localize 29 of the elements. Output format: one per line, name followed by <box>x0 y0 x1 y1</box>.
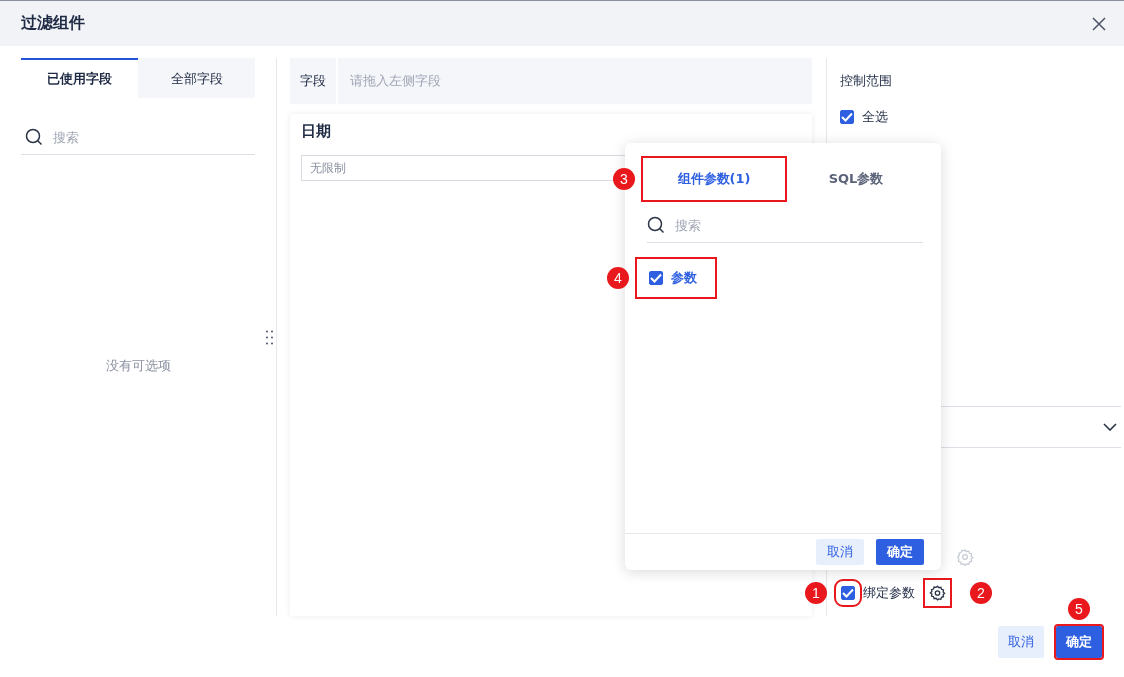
checkbox[interactable] <box>840 110 854 124</box>
search-field[interactable]: 搜索 <box>53 125 255 149</box>
search-icon <box>25 128 43 146</box>
popover-button[interactable]: 取消 <box>816 539 864 565</box>
checkbox-label: 全选 <box>862 108 888 126</box>
settings-icon[interactable] <box>923 578 952 608</box>
field-tab[interactable]: 全部字段 <box>138 58 255 98</box>
field-label: 字段 <box>290 58 338 104</box>
gear-icon <box>956 548 974 566</box>
drag-handle-icon[interactable] <box>265 329 273 345</box>
checkbox[interactable] <box>649 271 663 285</box>
dialog-button[interactable]: 确定 <box>1056 626 1102 658</box>
step-marker: 1 <box>805 582 827 604</box>
step-marker: 5 <box>1068 598 1090 620</box>
section-title: 控制范围 <box>840 72 892 90</box>
dialog-button[interactable]: 取消 <box>998 626 1044 658</box>
popover-button[interactable]: 确定 <box>876 539 924 565</box>
parameter-item[interactable]: 参数 <box>637 259 715 297</box>
step-marker: 4 <box>607 267 629 289</box>
chevron-down-icon <box>1103 423 1117 431</box>
close-icon[interactable] <box>1092 16 1106 31</box>
search-field[interactable]: 搜索 <box>675 213 923 237</box>
filter-title: 日期 <box>301 122 331 141</box>
dialog-title: 过滤组件 <box>21 13 85 34</box>
empty-message: 没有可选项 <box>105 356 171 375</box>
step-marker: 3 <box>613 168 635 190</box>
checkbox-label: 绑定参数 <box>863 584 915 602</box>
search-icon <box>647 216 665 234</box>
step-marker: 2 <box>970 582 992 604</box>
